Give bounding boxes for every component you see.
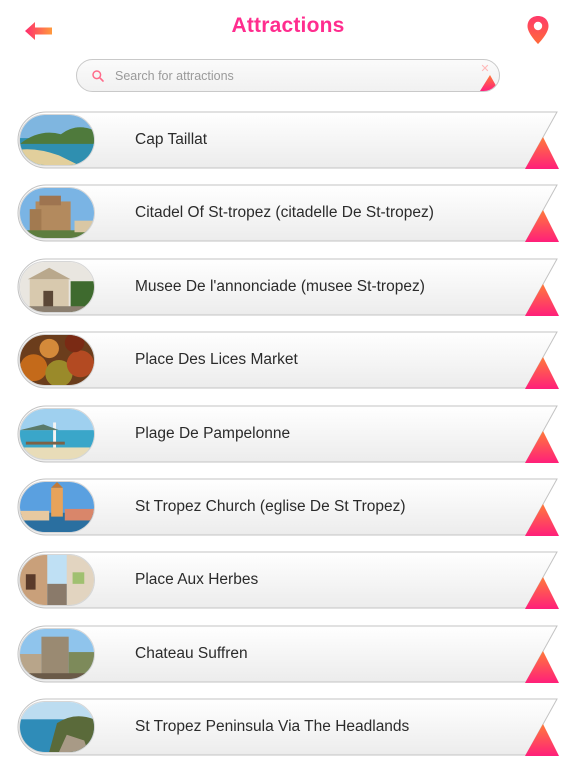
attraction-thumbnail	[19, 628, 95, 680]
attraction-row[interactable]: Plage De Pampelonne	[17, 405, 559, 463]
attraction-thumbnail	[19, 114, 95, 166]
map-pin-icon[interactable]	[525, 14, 551, 46]
corner-accent-icon	[525, 284, 559, 316]
corner-accent-icon	[525, 210, 559, 242]
attractions-screen: Attractions ✕	[0, 0, 576, 768]
clear-search-icon[interactable]: ✕	[479, 63, 491, 75]
attraction-row[interactable]: Cap Taillat	[17, 111, 559, 169]
search-icon	[91, 69, 105, 83]
corner-accent-icon	[525, 357, 559, 389]
page-title: Attractions	[231, 14, 345, 37]
attraction-name: St Tropez Church (eglise De St Tropez)	[135, 498, 406, 515]
row-background	[17, 551, 558, 609]
attraction-thumbnail	[19, 187, 95, 239]
corner-accent-icon	[480, 75, 499, 91]
header-bar: Attractions	[0, 0, 576, 56]
search-bar: ✕	[76, 59, 500, 92]
attraction-thumbnail	[19, 408, 95, 460]
attraction-row[interactable]: Musee De l'annonciade (musee St-tropez)	[17, 258, 559, 316]
corner-accent-icon	[525, 577, 559, 609]
row-background	[17, 625, 558, 683]
attraction-row[interactable]: Chateau Suffren	[17, 625, 559, 683]
attraction-row[interactable]: Place Des Lices Market	[17, 331, 559, 389]
attraction-name: St Tropez Peninsula Via The Headlands	[135, 718, 410, 735]
corner-accent-icon	[525, 137, 559, 169]
attraction-row[interactable]: St Tropez Peninsula Via The Headlands	[17, 698, 559, 756]
attraction-name: Musee De l'annonciade (musee St-tropez)	[135, 278, 425, 295]
attraction-thumbnail	[19, 334, 95, 386]
attraction-thumbnail	[19, 261, 95, 313]
corner-accent-icon	[525, 431, 559, 463]
attraction-name: Cap Taillat	[135, 131, 208, 148]
attraction-thumbnail	[19, 554, 95, 606]
attraction-thumbnail	[19, 701, 95, 753]
attraction-name: Citadel Of St-tropez (citadelle De St-tr…	[135, 204, 434, 221]
attraction-name: Place Des Lices Market	[135, 351, 298, 368]
attraction-thumbnail	[19, 481, 95, 533]
row-background	[17, 111, 558, 169]
search-input[interactable]	[115, 60, 475, 91]
attraction-name: Chateau Suffren	[135, 645, 248, 662]
attraction-row[interactable]: Citadel Of St-tropez (citadelle De St-tr…	[17, 184, 559, 242]
corner-accent-icon	[525, 724, 559, 756]
attraction-row[interactable]: Place Aux Herbes	[17, 551, 559, 609]
attraction-row[interactable]: St Tropez Church (eglise De St Tropez)	[17, 478, 559, 536]
corner-accent-icon	[525, 504, 559, 536]
attraction-name: Place Aux Herbes	[135, 571, 259, 588]
attraction-name: Plage De Pampelonne	[135, 425, 291, 442]
corner-accent-icon	[525, 651, 559, 683]
